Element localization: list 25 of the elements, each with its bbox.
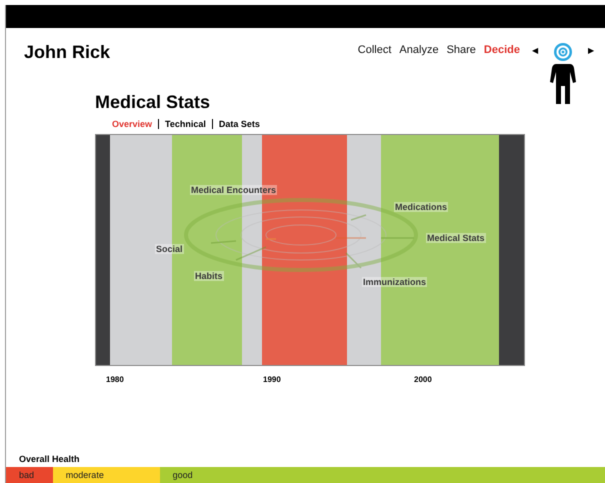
health-level-segment: good xyxy=(160,467,605,483)
user-name: John Rick xyxy=(24,42,110,63)
radar-label: Immunizations xyxy=(362,277,428,287)
radar-label: Medical Encounters xyxy=(190,185,278,195)
nav-link[interactable]: Share xyxy=(446,44,476,56)
nav-link[interactable]: Decide xyxy=(484,44,520,56)
health-level-segment: bad xyxy=(6,467,53,483)
year-label: 1980 xyxy=(106,375,125,384)
page-title: Medical Stats xyxy=(95,92,212,113)
nav-link[interactable]: Analyze xyxy=(399,44,439,56)
sub-tab[interactable]: Overview xyxy=(112,119,152,129)
radar-label: Social xyxy=(155,244,184,254)
radar-label: Habits xyxy=(194,271,224,281)
year-label: 1990 xyxy=(263,375,282,384)
legend-title: Overall Health xyxy=(18,454,81,464)
person-icon xyxy=(550,42,576,106)
previous-button[interactable]: ◀ xyxy=(532,44,538,55)
next-button[interactable]: ▶ xyxy=(588,44,594,55)
radar-label: Medications xyxy=(394,202,448,212)
radar-label: Medical Stats xyxy=(426,233,486,243)
year-label: 2000 xyxy=(414,375,432,384)
nav-link[interactable]: Collect xyxy=(358,44,392,56)
health-level-segment: moderate xyxy=(52,467,160,483)
sub-tab[interactable]: Technical xyxy=(165,119,206,129)
sub-tab[interactable]: Data Sets xyxy=(218,119,260,129)
